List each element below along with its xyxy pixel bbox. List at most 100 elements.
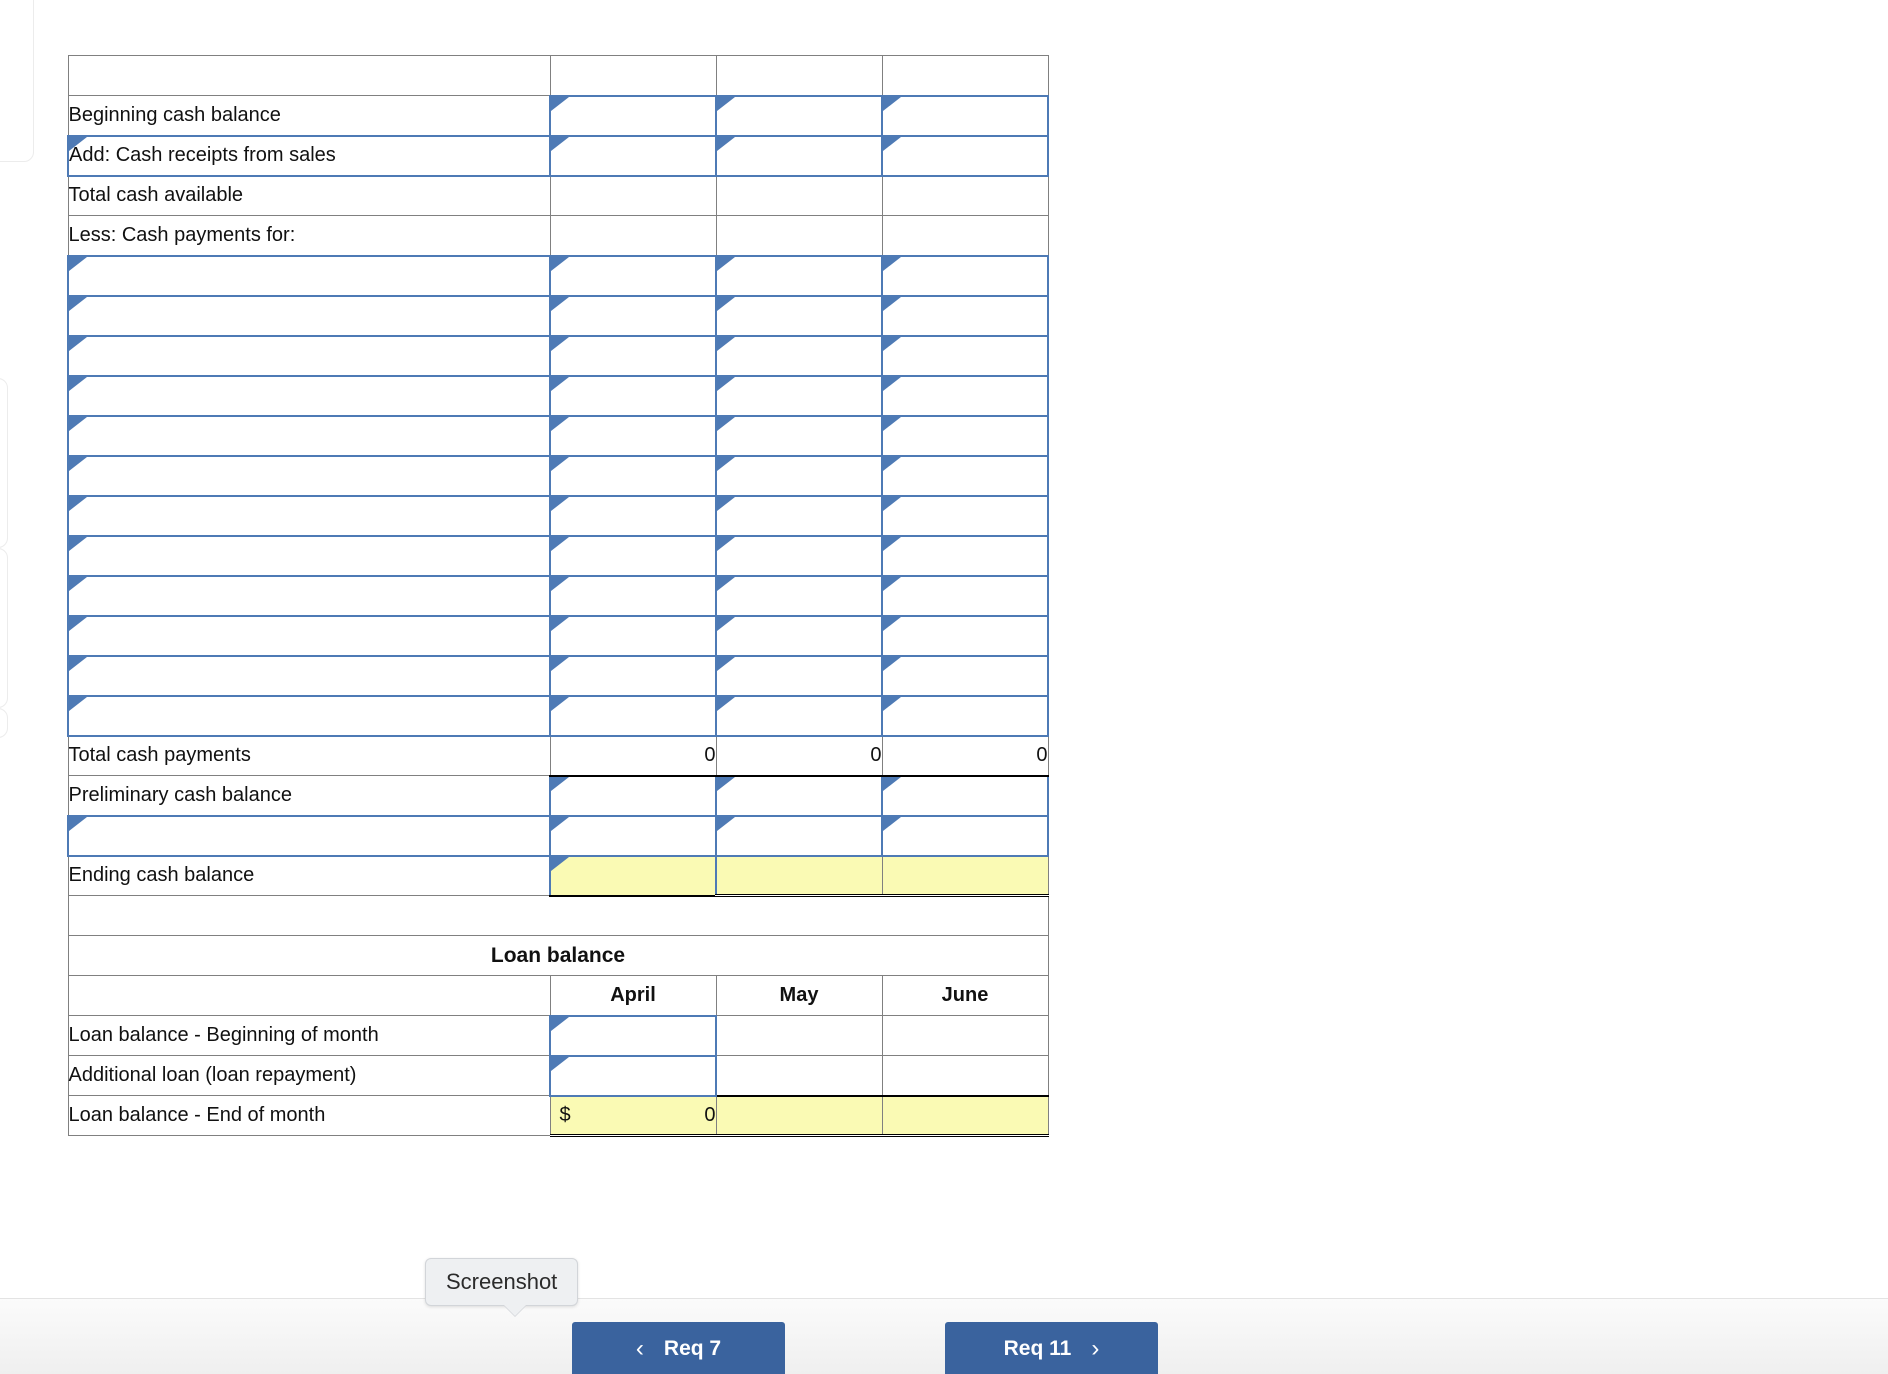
input-cell-may[interactable] [715, 334, 883, 377]
input-cell-may[interactable] [715, 374, 883, 417]
input-cell-june[interactable] [881, 374, 1049, 417]
prev-requirement-label: Req 7 [663, 1336, 722, 1360]
input-cell-may[interactable] [715, 694, 883, 737]
input-cell-april[interactable] [549, 294, 717, 337]
input-cell-may[interactable] [715, 494, 883, 537]
input-cell-april[interactable] [549, 374, 717, 417]
input-cell-april[interactable] [549, 494, 717, 537]
row-label-input[interactable] [67, 814, 551, 857]
input-cell-june[interactable] [881, 574, 1049, 617]
input-cell-april[interactable] [549, 654, 717, 697]
input-cell-may[interactable] [715, 654, 883, 697]
input-cell-april[interactable] [549, 614, 717, 657]
tooltip-tail [504, 1305, 526, 1316]
table-row-answer: Ending cash balance [67, 854, 1049, 897]
row-label-input[interactable]: Add: Cash receipts from sales [67, 134, 551, 177]
input-cell-april[interactable] [549, 94, 717, 137]
cell-april[interactable] [549, 215, 717, 256]
input-cell-april[interactable] [549, 814, 717, 857]
input-cell-june[interactable] [881, 294, 1049, 337]
loan-balance-title: Loan balance [67, 935, 1049, 976]
input-cell-april[interactable] [549, 774, 717, 817]
input-cell-june[interactable] [881, 654, 1049, 697]
table-row [67, 574, 1049, 617]
screenshot-tooltip-label: Screenshot [446, 1269, 558, 1294]
input-cell-may[interactable] [715, 134, 883, 177]
loan-balance-title-row: Loan balance [67, 935, 1049, 976]
cell-june[interactable] [881, 215, 1049, 256]
input-cell-june[interactable] [881, 694, 1049, 737]
header-band-blank [67, 55, 551, 96]
table-row: Beginning cash balance [67, 94, 1049, 137]
row-label-input[interactable] [67, 254, 551, 297]
row-label-input[interactable] [67, 454, 551, 497]
loan-end-april[interactable]: $0 [549, 1094, 717, 1137]
loan-begin-june[interactable] [881, 1015, 1049, 1056]
input-cell-may[interactable] [715, 774, 883, 817]
input-cell-june[interactable] [881, 334, 1049, 377]
row-label-input[interactable] [67, 614, 551, 657]
additional-loan-april[interactable] [549, 1054, 717, 1097]
loan-begin-april[interactable] [549, 1014, 717, 1057]
input-cell-may[interactable] [715, 254, 883, 297]
input-cell-may[interactable] [715, 294, 883, 337]
input-cell-june[interactable] [881, 774, 1049, 817]
row-label: Loan balance - End of month [67, 1095, 551, 1136]
loan-balance-header-row: April May June [67, 975, 1049, 1016]
input-cell-may[interactable] [715, 534, 883, 577]
next-requirement-label: Req 11 [1003, 1336, 1072, 1360]
input-cell-june[interactable] [881, 534, 1049, 577]
input-cell-june[interactable] [881, 254, 1049, 297]
table-row: Preliminary cash balance [67, 774, 1049, 817]
cell-june[interactable] [881, 175, 1049, 216]
input-cell-june[interactable] [881, 814, 1049, 857]
input-cell-april[interactable] [549, 534, 717, 577]
input-cell-april[interactable] [549, 454, 717, 497]
row-label-input[interactable] [67, 494, 551, 537]
input-cell-june[interactable] [881, 414, 1049, 457]
cell-april[interactable] [549, 175, 717, 216]
input-cell-may[interactable] [715, 94, 883, 137]
cell-may[interactable] [715, 215, 883, 256]
input-cell-april[interactable] [549, 694, 717, 737]
input-cell-may[interactable] [715, 614, 883, 657]
row-label-input[interactable] [67, 294, 551, 337]
input-cell-april[interactable] [549, 334, 717, 377]
additional-loan-may[interactable] [715, 1055, 883, 1096]
ending-cash-balance-april[interactable] [549, 854, 717, 897]
row-label-input[interactable] [67, 654, 551, 697]
input-cell-june[interactable] [881, 614, 1049, 657]
row-label-input[interactable] [67, 414, 551, 457]
row-label-input[interactable] [67, 334, 551, 377]
additional-loan-june[interactable] [881, 1055, 1049, 1096]
input-cell-may[interactable] [715, 574, 883, 617]
input-cell-april[interactable] [549, 134, 717, 177]
input-cell-april[interactable] [549, 574, 717, 617]
row-label-input[interactable] [67, 374, 551, 417]
cell-may[interactable] [715, 175, 883, 216]
row-label-input[interactable] [67, 694, 551, 737]
prev-requirement-button[interactable]: ‹ Req 7 [572, 1322, 785, 1374]
row-label-input[interactable] [67, 574, 551, 617]
input-cell-april[interactable] [549, 414, 717, 457]
loan-begin-may[interactable] [715, 1015, 883, 1056]
ending-cash-balance-june[interactable] [881, 854, 1049, 897]
input-cell-may[interactable] [715, 454, 883, 497]
row-label-input[interactable] [67, 534, 551, 577]
total-cash-payments-april: 0 [549, 734, 717, 777]
input-cell-june[interactable] [881, 134, 1049, 177]
loan-end-june[interactable] [881, 1094, 1049, 1137]
input-cell-may[interactable] [715, 414, 883, 457]
input-cell-april[interactable] [549, 254, 717, 297]
input-cell-may[interactable] [715, 814, 883, 857]
header-band-may [715, 55, 883, 96]
input-cell-june[interactable] [881, 94, 1049, 137]
table-row-answer: Loan balance - End of month $0 [67, 1094, 1049, 1137]
table-row [67, 614, 1049, 657]
input-cell-june[interactable] [881, 454, 1049, 497]
next-requirement-button[interactable]: Req 11 › [945, 1322, 1158, 1374]
input-cell-june[interactable] [881, 494, 1049, 537]
left-edge-panel-4 [0, 708, 8, 738]
ending-cash-balance-may[interactable] [715, 854, 883, 897]
loan-end-may[interactable] [715, 1094, 883, 1137]
